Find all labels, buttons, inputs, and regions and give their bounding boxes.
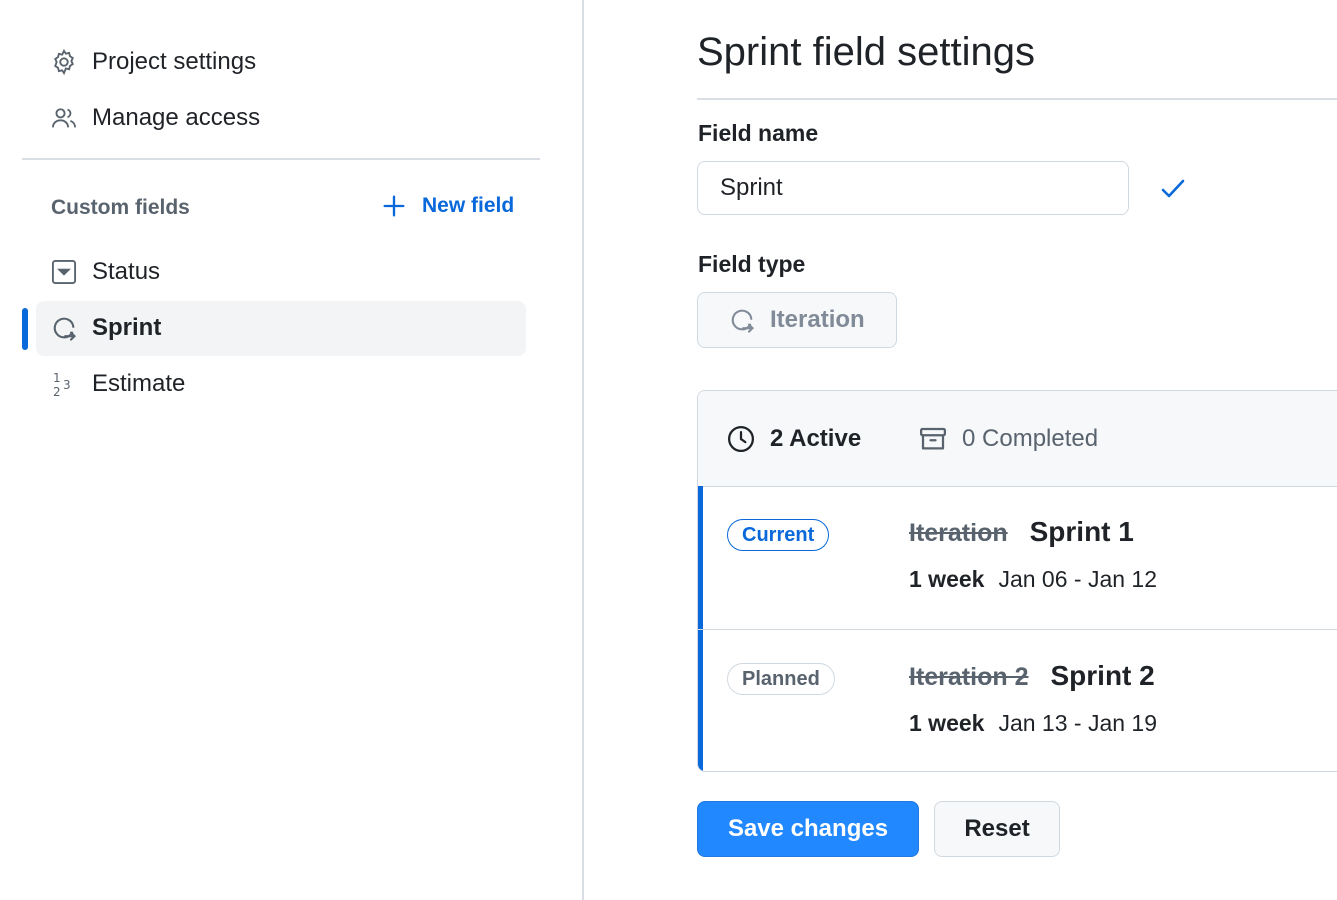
iteration-title-line: Iteration Sprint 1	[909, 516, 1134, 548]
sidebar-item-label: Estimate	[92, 370, 186, 397]
field-type-label: Field type	[698, 251, 806, 277]
iteration-dates: Jan 13 - Jan 19	[998, 710, 1158, 736]
title-divider	[697, 98, 1337, 100]
clock-icon	[726, 424, 756, 454]
iteration-meta-line: 1 week Jan 06 - Jan 12	[909, 566, 1157, 593]
tab-active-label: 2 Active	[770, 425, 862, 452]
sidebar-item-sprint[interactable]: Sprint	[50, 314, 161, 342]
svg-text:3: 3	[63, 378, 71, 392]
sidebar-item-label: Manage access	[92, 104, 261, 131]
iteration-row-indicator	[698, 630, 703, 771]
sidebar-divider	[22, 158, 540, 160]
people-icon	[50, 104, 78, 132]
gear-icon	[50, 48, 78, 76]
tab-completed[interactable]: 0 Completed	[918, 424, 1098, 454]
sidebar-item-label: Project settings	[92, 48, 257, 75]
iteration-row[interactable]: Current Iteration Sprint 1 1 week Jan 06…	[698, 486, 1337, 629]
sidebar-item-status[interactable]: Status	[50, 258, 160, 286]
vertical-separator	[582, 0, 584, 900]
field-name-label: Field name	[698, 120, 819, 146]
iteration-title-line: Iteration 2 Sprint 2	[909, 660, 1155, 692]
new-field-button[interactable]: New field	[380, 192, 514, 220]
iteration-name[interactable]: Sprint 1	[1030, 516, 1134, 548]
sidebar-item-label: Status	[92, 258, 161, 285]
iteration-old-name: Iteration	[909, 519, 1008, 547]
iteration-row[interactable]: Planned Iteration 2 Sprint 2 1 week Jan …	[698, 630, 1337, 771]
iteration-old-name: Iteration 2	[909, 663, 1029, 691]
iterations-panel: 2 Active 0 Completed Current Iteration S…	[697, 390, 1337, 772]
status-badge: Planned	[727, 663, 835, 695]
single-select-icon	[50, 258, 78, 286]
iteration-row-indicator	[698, 486, 703, 629]
checkmark-icon	[1158, 176, 1188, 202]
status-badge: Current	[727, 519, 830, 551]
iteration-name[interactable]: Sprint 2	[1050, 660, 1154, 692]
sidebar-item-label: Sprint	[92, 314, 162, 341]
sidebar-item-manage-access[interactable]: Manage access	[50, 104, 260, 132]
svg-text:1: 1	[53, 371, 61, 385]
new-field-label: New field	[422, 194, 515, 217]
page-title: Sprint field settings	[697, 30, 1035, 74]
svg-text:2: 2	[53, 385, 61, 398]
field-name-input[interactable]	[697, 161, 1129, 215]
iteration-icon	[728, 306, 756, 334]
sidebar-item-project-settings[interactable]: Project settings	[50, 48, 256, 76]
archive-icon	[918, 424, 948, 454]
plus-icon	[380, 192, 408, 220]
iteration-duration: 1 week	[909, 566, 985, 592]
iteration-meta-line: 1 week Jan 13 - Jan 19	[909, 710, 1157, 737]
field-type-value: Iteration	[770, 306, 865, 333]
iteration-dates: Jan 06 - Jan 12	[998, 566, 1158, 592]
tab-completed-label: 0 Completed	[962, 425, 1099, 452]
sidebar-active-indicator	[22, 308, 28, 350]
tab-active[interactable]: 2 Active	[726, 424, 861, 454]
iterations-tabs-header: 2 Active 0 Completed	[698, 391, 1337, 487]
number-icon: 1 3 2	[50, 370, 78, 398]
custom-fields-heading: Custom fields	[51, 196, 190, 219]
save-changes-button[interactable]: Save changes	[697, 801, 919, 857]
field-type-button[interactable]: Iteration	[697, 292, 897, 348]
reset-button[interactable]: Reset	[934, 801, 1060, 857]
iteration-duration: 1 week	[909, 710, 985, 736]
iteration-icon	[50, 314, 78, 342]
sidebar-item-estimate[interactable]: 1 3 2 Estimate	[50, 370, 185, 398]
